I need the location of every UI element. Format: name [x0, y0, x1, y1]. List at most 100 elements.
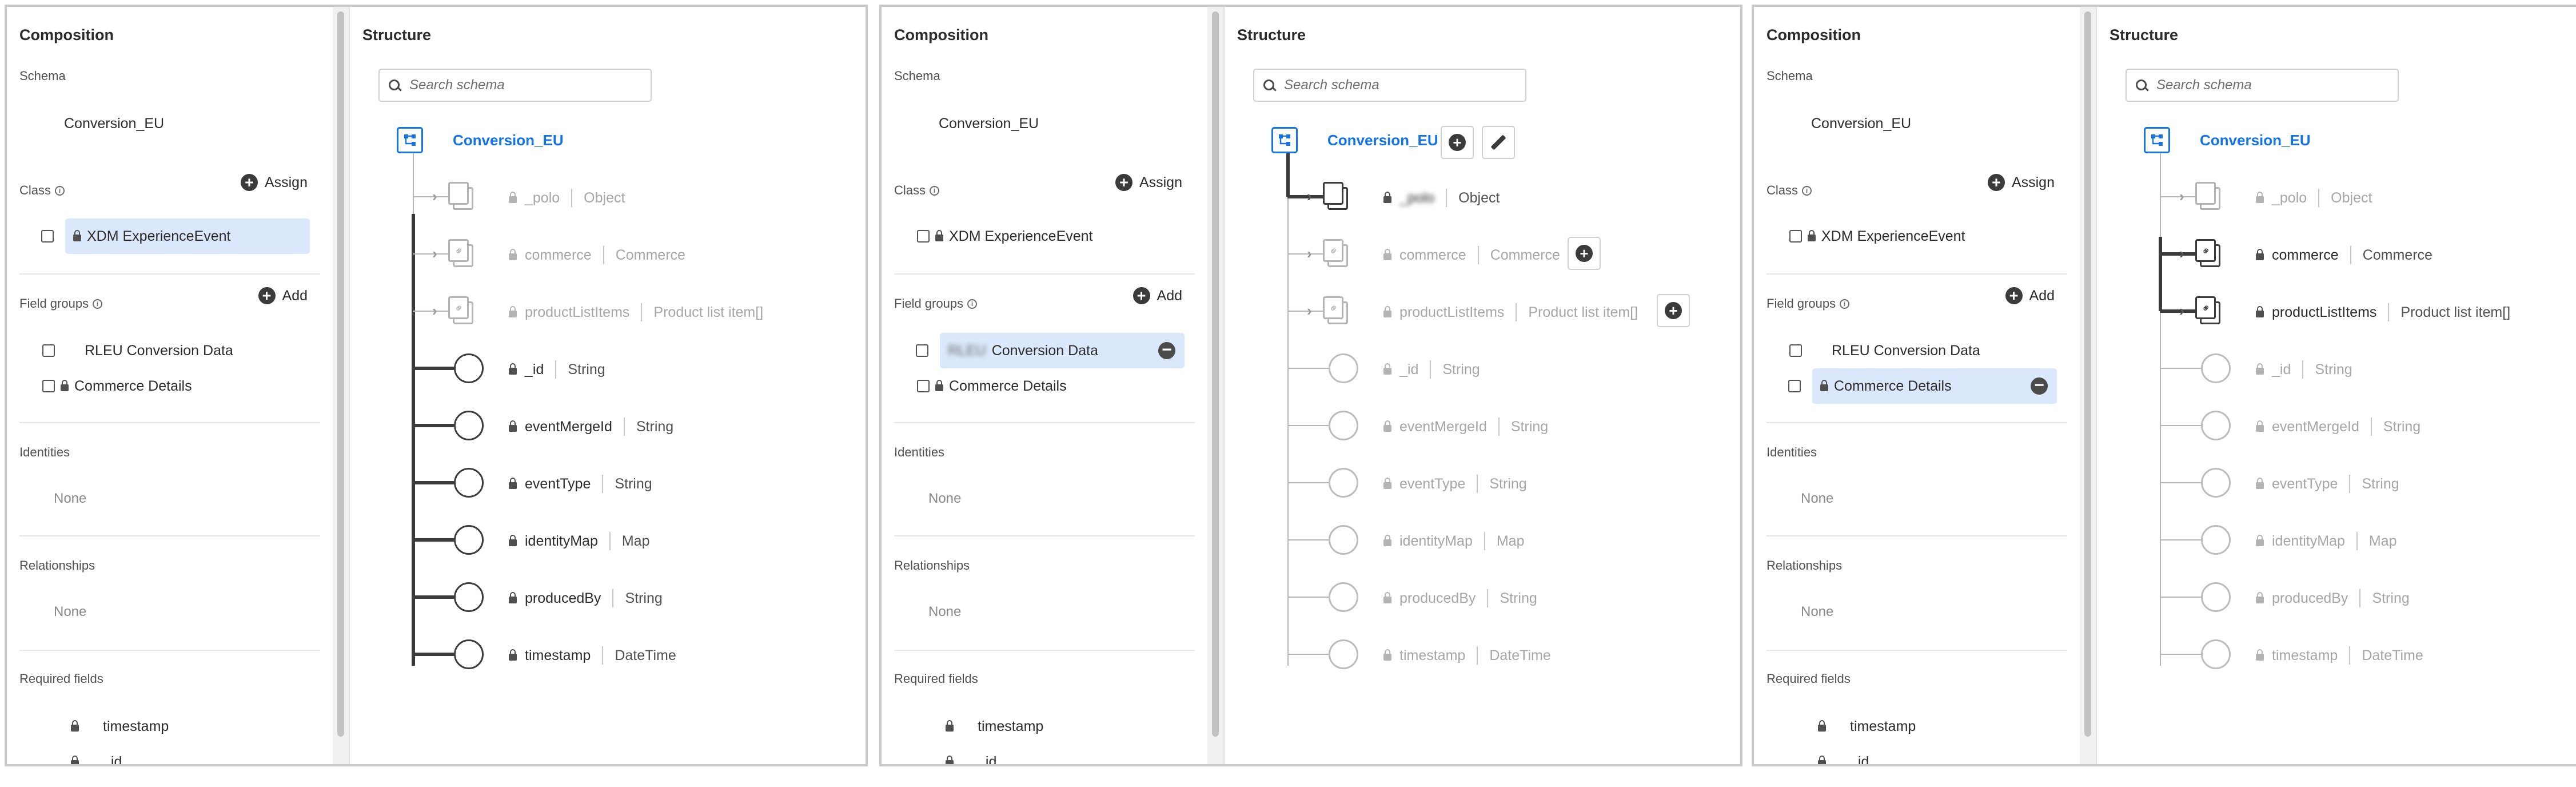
tree-node-eventtype[interactable]: eventType String — [1287, 466, 1740, 500]
schema-root-label[interactable]: Conversion_EU — [1327, 132, 1438, 149]
tree-node-eventmergeid[interactable]: eventMergeId String — [2160, 408, 2576, 443]
schema-root-icon[interactable] — [2144, 127, 2170, 153]
class-checkbox[interactable] — [1789, 230, 1802, 243]
add-field-button[interactable]: + — [1441, 126, 1474, 159]
plus-icon: + — [1133, 287, 1150, 304]
class-section-label: Class i — [894, 183, 940, 198]
scrollbar-thumb[interactable] — [337, 11, 344, 737]
fieldgroup-checkbox[interactable] — [1788, 380, 1801, 392]
chevron-right-icon[interactable]: › — [2179, 188, 2184, 205]
add-subfield-button[interactable]: + — [1657, 294, 1690, 327]
tree-node-commerce[interactable]: › ⚭ commerce Commerce — [2160, 237, 2576, 271]
assign-class-button[interactable]: + Assign — [1987, 174, 2055, 191]
chevron-right-icon[interactable]: › — [1307, 302, 1312, 320]
schema-root-label[interactable]: Conversion_EU — [2200, 132, 2311, 149]
sidebar-scrollbar[interactable] — [2080, 7, 2097, 764]
tree-node-id[interactable]: _id String — [413, 351, 866, 385]
sidebar-scrollbar[interactable] — [1207, 7, 1225, 764]
schema-name: Conversion_EU — [1811, 116, 1912, 132]
tree-node-polo[interactable]: › _polo Object — [413, 180, 866, 214]
fieldgroup-checkbox[interactable] — [42, 380, 55, 392]
info-icon[interactable]: i — [930, 185, 940, 196]
tree-node-producedby[interactable]: producedBy String — [1287, 580, 1740, 614]
tree-node-timestamp[interactable]: timestamp DateTime — [413, 637, 866, 671]
search-input[interactable] — [2155, 77, 2375, 94]
fieldgroup-item-conversion[interactable]: RLEU Conversion Data — [42, 333, 310, 368]
info-icon[interactable]: i — [967, 299, 978, 309]
fieldgroup-item-conversion[interactable]: RLEU Conversion Data − — [916, 333, 1185, 368]
schema-editor-panel-1: Composition Schema Conversion_EU Class i … — [5, 5, 868, 766]
chevron-right-icon[interactable]: › — [2179, 302, 2184, 320]
schema-root-icon[interactable] — [1271, 127, 1298, 153]
tree-node-eventtype[interactable]: eventType String — [413, 466, 866, 500]
chevron-right-icon[interactable]: › — [1307, 188, 1312, 205]
tree-node-commerce[interactable]: › ⚭ commerce Commerce + — [1287, 237, 1740, 271]
search-input[interactable] — [408, 77, 628, 94]
add-fieldgroup-button[interactable]: + Add — [1133, 287, 1182, 304]
tree-node-eventmergeid[interactable]: eventMergeId String — [1287, 408, 1740, 443]
tree-node-identitymap[interactable]: identityMap Map — [2160, 523, 2576, 557]
fieldgroup-item-commerce[interactable]: Commerce Details — [917, 368, 1185, 404]
fieldgroup-checkbox[interactable] — [1789, 344, 1802, 357]
search-field[interactable] — [1253, 69, 1526, 102]
fieldgroup-item-commerce[interactable]: Commerce Details − — [1788, 368, 2057, 404]
tree-node-timestamp[interactable]: timestamp DateTime — [2160, 637, 2576, 671]
tree-node-eventmergeid[interactable]: eventMergeId String — [413, 408, 866, 443]
search-input[interactable] — [1283, 77, 1502, 94]
info-icon[interactable]: i — [55, 185, 65, 196]
remove-fieldgroup-icon[interactable]: − — [2031, 377, 2048, 395]
edit-button[interactable] — [1482, 126, 1515, 159]
tree-node-producedby[interactable]: producedBy String — [2160, 580, 2576, 614]
search-field[interactable] — [2126, 69, 2399, 102]
chevron-right-icon[interactable]: › — [1307, 245, 1312, 263]
tree-node-productlistitems[interactable]: › ⚭ productListItems Product list item[] — [413, 294, 866, 328]
tree-node-productlistitems[interactable]: › ⚭ productListItems Product list item[] … — [1287, 294, 1740, 328]
info-icon[interactable]: i — [1802, 185, 1812, 196]
tree-node-id[interactable]: _id String — [1287, 351, 1740, 385]
info-icon[interactable]: i — [93, 299, 103, 309]
info-icon[interactable]: i — [1840, 299, 1850, 309]
schema-root-label[interactable]: Conversion_EU — [453, 132, 564, 149]
fieldgroup-checkbox[interactable] — [42, 344, 55, 357]
fieldgroup-item-commerce[interactable]: Commerce Details — [42, 368, 310, 404]
add-fieldgroup-button[interactable]: + Add — [2005, 287, 2055, 304]
sidebar-scrollbar[interactable] — [333, 7, 350, 764]
chevron-right-icon[interactable]: › — [432, 188, 437, 205]
chevron-right-icon[interactable]: › — [432, 245, 437, 263]
tree-node-timestamp[interactable]: timestamp DateTime — [1287, 637, 1740, 671]
class-item-row[interactable]: XDM ExperienceEvent — [1789, 218, 2057, 254]
tree-node-polo[interactable]: › _polo Object — [2160, 180, 2576, 214]
scrollbar-thumb[interactable] — [2084, 11, 2091, 737]
class-checkbox[interactable] — [917, 230, 930, 243]
structure-panel: Structure Conversion_EU + › _poloObject … — [1225, 7, 1740, 764]
divider — [894, 650, 1195, 651]
class-checkbox[interactable] — [41, 230, 54, 243]
fieldgroup-checkbox[interactable] — [917, 380, 930, 392]
link-icon: ⚭ — [448, 239, 473, 268]
tree-node-commerce[interactable]: › ⚭ commerce Commerce — [413, 237, 866, 271]
class-item-row[interactable]: XDM ExperienceEvent — [41, 218, 310, 254]
tree-node-producedby[interactable]: producedBy String — [413, 580, 866, 614]
add-subfield-button[interactable]: + — [1568, 237, 1601, 270]
identities-none: None — [54, 491, 87, 506]
search-field[interactable] — [378, 69, 652, 102]
fieldgroup-checkbox[interactable] — [916, 344, 928, 357]
tree-node-eventtype[interactable]: eventType String — [2160, 466, 2576, 500]
field-circle-icon — [1329, 411, 1358, 440]
tree-node-id[interactable]: _id String — [2160, 351, 2576, 385]
tree-node-identitymap[interactable]: identityMap Map — [413, 523, 866, 557]
schema-root-icon[interactable] — [397, 127, 423, 153]
assign-class-button[interactable]: + Assign — [1115, 174, 1182, 191]
tree-node-polo[interactable]: › _polo Object — [1287, 180, 1740, 214]
tree-node-identitymap[interactable]: identityMap Map — [1287, 523, 1740, 557]
tree-node-productlistitems[interactable]: › ⚭ productListItems Product list item[] — [2160, 294, 2576, 328]
chevron-right-icon[interactable]: › — [2179, 245, 2184, 263]
chevron-right-icon[interactable]: › — [432, 302, 437, 320]
remove-fieldgroup-icon[interactable]: − — [1158, 341, 1175, 359]
object-icon — [2195, 182, 2220, 210]
fieldgroup-item-conversion[interactable]: RLEU Conversion Data — [1789, 333, 2057, 368]
assign-class-button[interactable]: + Assign — [240, 174, 308, 191]
scrollbar-thumb[interactable] — [1212, 11, 1219, 737]
class-item-row[interactable]: XDM ExperienceEvent — [917, 218, 1185, 254]
add-fieldgroup-button[interactable]: + Add — [258, 287, 308, 304]
